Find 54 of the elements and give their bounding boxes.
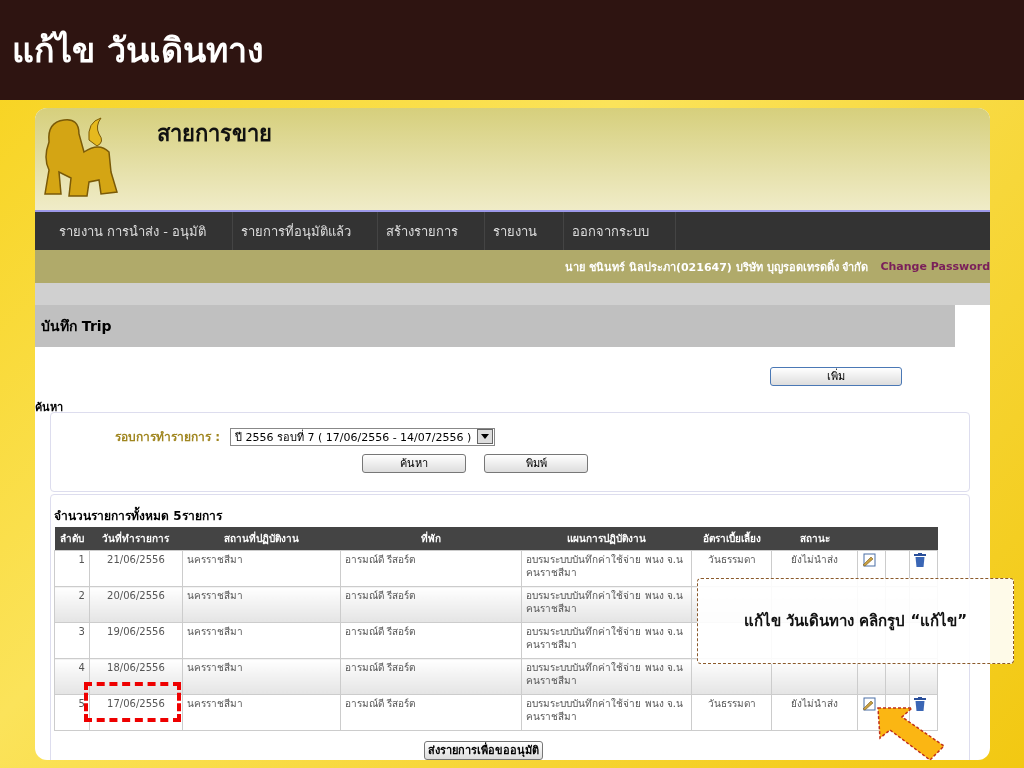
callout-text: แก้ไข วันเดินทาง คลิกรูป “แก้ไข” — [743, 610, 968, 633]
table-cell: ยังไม่นำส่ง — [791, 698, 839, 709]
edit-icon[interactable] — [862, 697, 876, 711]
table-cell: นครราชสีมา — [182, 550, 341, 587]
table-cell: อบรมระบบบันทึกค่าใช้จ่าย พนง จ.นคนราชสีมา — [521, 622, 692, 659]
search-button[interactable]: ค้นหา — [362, 454, 466, 473]
add-button[interactable]: เพิ่ม — [770, 367, 902, 386]
submit-approval-button[interactable]: ส่งรายการเพื่อขออนุมัติ — [424, 741, 543, 760]
table-cell: วันธรรมดา — [707, 698, 756, 709]
table-cell: อารมณ์ดี รีสอร์ต — [340, 622, 522, 659]
print-button[interactable]: พิมพ์ — [484, 454, 588, 473]
table-cell: อบรมระบบบันทึกค่าใช้จ่าย พนง จ.นคนราชสีมา — [521, 694, 692, 731]
trash-icon[interactable] — [913, 697, 926, 711]
column-header: สถานที่ปฏิบัติงาน — [182, 527, 341, 551]
column-header: วันที่ทำรายการ — [89, 527, 183, 551]
table-cell: 19/06/2556 — [89, 622, 183, 659]
table-cell: 17/06/2556 — [89, 694, 183, 731]
search-legend: ค้นหา — [35, 401, 63, 414]
section-title: บันทึก Trip — [41, 317, 112, 336]
period-label: รอบการทำรายการ : — [115, 429, 220, 446]
column-header: อัตราเบี้ยเลี้ยง — [691, 527, 772, 551]
app-title: สายการขาย — [157, 120, 272, 148]
slide-title: แก้ไข วันเดินทาง — [12, 29, 264, 72]
table-cell: นครราชสีมา — [182, 658, 341, 695]
arrow-icon — [876, 706, 946, 762]
table-cell: 4 — [54, 658, 90, 695]
table-cell: 20/06/2556 — [89, 586, 183, 623]
table-cell: วันธรรมดา — [707, 554, 756, 565]
table-cell: 21/06/2556 — [89, 550, 183, 587]
table-cell: อารมณ์ดี รีสอร์ต — [340, 586, 522, 623]
table-cell: 5 — [54, 694, 90, 731]
table-cell: อารมณ์ดี รีสอร์ต — [340, 694, 522, 731]
table-cell: 2 — [54, 586, 90, 623]
column-header: สถานะ — [771, 527, 858, 551]
total-count: จำนวนรายการทั้งหมด 5รายการ — [54, 508, 222, 524]
table-cell: อบรมระบบบันทึกค่าใช้จ่าย พนง จ.นคนราชสีมา — [521, 586, 692, 623]
table-cell: อบรมระบบบันทึกค่าใช้จ่าย พนง จ.นคนราชสีมา — [521, 658, 692, 695]
period-dropdown[interactable]: ปี 2556 รอบที่ 7 ( 17/06/2556 - 14/07/2556 ) — [230, 427, 496, 446]
table-cell: อบรมระบบบันทึกค่าใช้จ่าย พนง จ.นคนราชสีมา — [521, 550, 692, 587]
table-cell: นครราชสีมา — [182, 622, 341, 659]
edit-icon[interactable] — [862, 553, 876, 567]
column-header: ที่พัก — [340, 527, 522, 551]
table-cell: 1 — [54, 550, 90, 587]
table-cell: ยังไม่นำส่ง — [791, 554, 839, 565]
table-cell: นครราชสีมา — [182, 586, 341, 623]
column-header: แผนการปฏิบัติงาน — [521, 527, 692, 551]
user-info: นาย ชนินทร์ นิลประภา(021647) บริษัท บุญรอดเทรดดิ้ง จำกัด — [565, 258, 869, 276]
column-header: ลำดับ — [54, 527, 90, 551]
trash-icon[interactable] — [913, 553, 926, 567]
table-cell: 3 — [54, 622, 90, 659]
table-cell: นครราชสีมา — [182, 694, 341, 731]
change-password-link[interactable]: Change Password — [880, 260, 990, 273]
table-cell: อารมณ์ดี รีสอร์ต — [340, 550, 522, 587]
table-cell: อารมณ์ดี รีสอร์ต — [340, 658, 522, 695]
